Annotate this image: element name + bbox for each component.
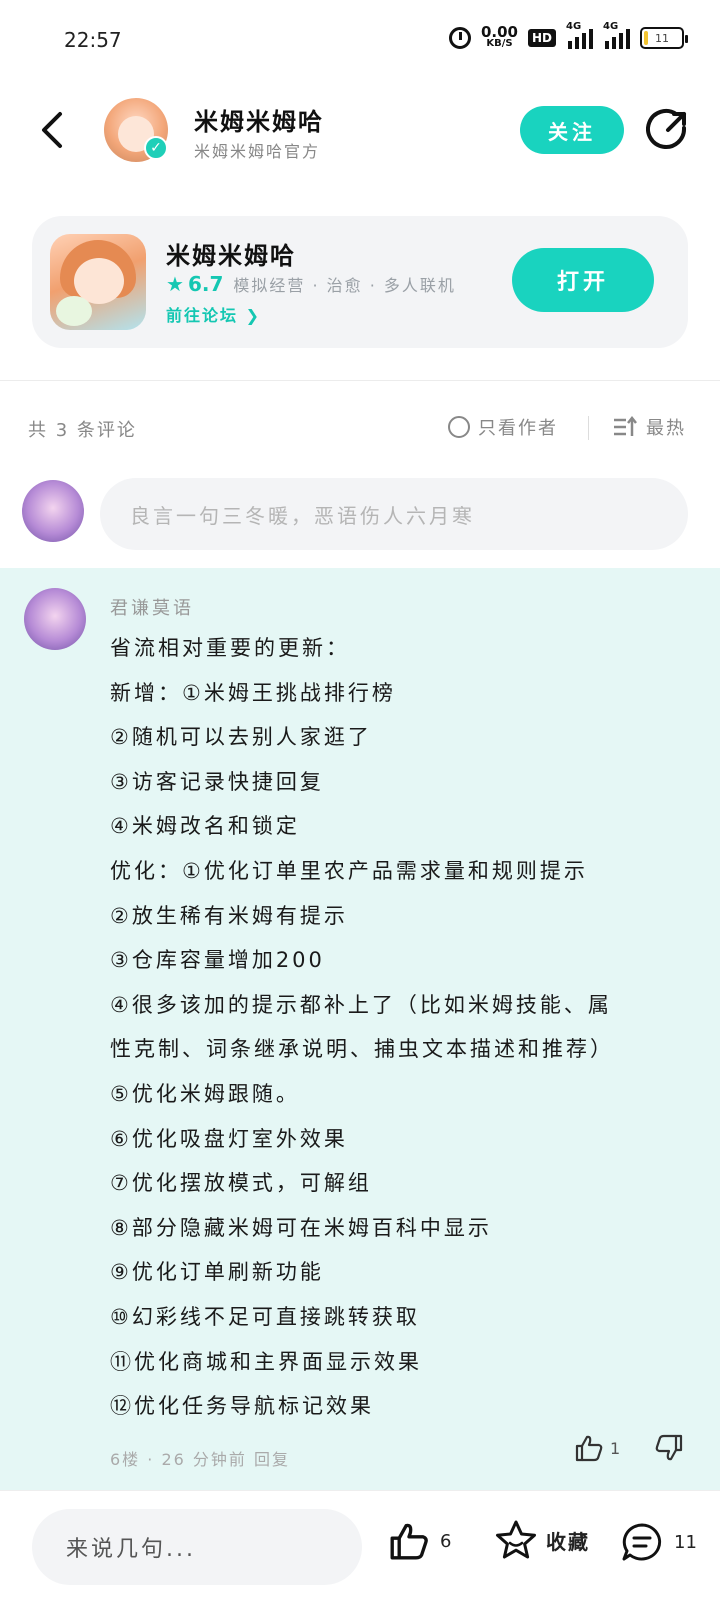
comments-count: 11 <box>674 1531 697 1553</box>
commenter-name[interactable]: 君谦莫语 <box>110 594 194 620</box>
thumbs-down-icon[interactable] <box>654 1434 684 1462</box>
comment-line: ⑪优化商城和主界面显示效果 <box>110 1349 422 1374</box>
sort-icon <box>614 416 637 436</box>
comment-input[interactable]: 良言一句三冬暖，恶语伤人六月寒 <box>100 478 688 550</box>
radio-icon <box>448 416 470 438</box>
comment-line: ④很多该加的提示都补上了（比如米姆技能、属 <box>110 992 612 1017</box>
app-tags: 模拟经营 · 治愈 · 多人联机 <box>233 276 456 295</box>
my-avatar <box>22 480 84 542</box>
comment-body: 省流相对重要的更新： 新增：①米姆王挑战排行榜 ②随机可以去别人家逛了 ③访客记… <box>110 626 690 1429</box>
comment-meta[interactable]: 6楼 · 26 分钟前 回复 <box>110 1446 290 1470</box>
comment-like-button[interactable]: 1 <box>574 1434 620 1462</box>
alarm-icon <box>448 27 471 49</box>
commenter-avatar[interactable] <box>24 588 86 650</box>
author-name[interactable]: 米姆米姆哈 <box>194 102 324 137</box>
comment-line: 省流相对重要的更新： <box>110 636 350 660</box>
app-title: 米姆米姆哈 <box>166 242 296 270</box>
comment-line: ②放生稀有米姆有提示 <box>110 903 348 928</box>
status-bar: 22:57 0.00 KB/S HD 4G 4G 11 <box>0 0 720 84</box>
star-icon: ★ <box>166 272 184 296</box>
only-author-label: 只看作者 <box>478 418 558 439</box>
sort-label: 最热 <box>646 418 686 439</box>
app-rating: ★ 6.7 <box>166 272 223 296</box>
comment-line: ②随机可以去别人家逛了 <box>110 725 372 750</box>
back-icon[interactable] <box>36 110 72 150</box>
app-card[interactable]: 米姆米姆哈 ★ 6.7 模拟经营 · 治愈 · 多人联机 前往论坛 ❯ 打开 <box>32 216 688 348</box>
star-icon <box>496 1520 536 1559</box>
forum-link-label: 前往论坛 <box>166 306 239 325</box>
comment-line: ④米姆改名和锁定 <box>110 814 300 839</box>
only-author-toggle[interactable]: 只看作者 <box>448 414 558 440</box>
chevron-right-icon: ❯ <box>245 306 261 325</box>
comment-line: ⑦优化摆放模式，可解组 <box>110 1171 372 1196</box>
comment-icon <box>622 1523 662 1561</box>
battery-label: 11 <box>655 31 669 45</box>
comment-like-count: 1 <box>610 1438 621 1458</box>
signal-icon: 4G <box>603 21 630 49</box>
comment-line: ⑥优化吸盘灯室外效果 <box>110 1126 348 1151</box>
network-speed: 0.00 KB/S <box>480 23 518 50</box>
comment-item: 君谦莫语 省流相对重要的更新： 新增：①米姆王挑战排行榜 ②随机可以去别人家逛了… <box>0 568 720 1490</box>
app-rating-value: 6.7 <box>187 272 224 296</box>
status-time: 22:57 <box>64 28 122 52</box>
comment-count: 共 3 条评论 <box>28 420 137 441</box>
signal-label: 4G <box>566 21 582 32</box>
comment-line: ③仓库容量增加200 <box>110 948 325 973</box>
comment-line: ⑩幻彩线不足可直接跳转获取 <box>110 1304 420 1329</box>
comment-line: 性克制、词条继承说明、捕虫文本描述和推荐） <box>110 1037 614 1062</box>
favorite-button[interactable]: 收藏 <box>494 1519 590 1561</box>
comment-line: ⑨优化订单刷新功能 <box>110 1260 324 1285</box>
divider <box>588 416 589 440</box>
favorite-label: 收藏 <box>546 1529 590 1554</box>
post-like-button[interactable]: 6 <box>388 1521 451 1561</box>
forum-link[interactable]: 前往论坛 ❯ <box>166 302 261 326</box>
sort-button[interactable]: 最热 <box>612 414 686 440</box>
comment-line: 新增：①米姆王挑战排行榜 <box>110 680 396 705</box>
post-header: ✓ 米姆米姆哈 米姆米姆哈官方 关注 <box>0 84 720 184</box>
comment-line: 优化：①优化订单里农产品需求量和规则提示 <box>110 858 588 883</box>
network-speed-unit: KB/S <box>486 38 513 49</box>
follow-button[interactable]: 关注 <box>520 106 624 154</box>
comments-button[interactable]: 11 <box>620 1521 697 1563</box>
author-subtitle: 米姆米姆哈官方 <box>194 142 321 161</box>
app-icon <box>50 234 146 330</box>
signal-label: 4G <box>603 21 619 32</box>
thumbs-up-icon <box>575 1435 603 1462</box>
hd-icon: HD <box>527 29 556 47</box>
divider <box>0 380 720 381</box>
app-meta: ★ 6.7 模拟经营 · 治愈 · 多人联机 <box>166 272 456 296</box>
open-app-button[interactable]: 打开 <box>512 248 654 312</box>
comment-line: ③访客记录快捷回复 <box>110 769 324 794</box>
verified-icon: ✓ <box>144 136 168 160</box>
status-icons: 0.00 KB/S HD 4G 4G 11 <box>448 21 688 50</box>
signal-icon: 4G <box>566 21 593 49</box>
reply-input[interactable]: 来说几句... <box>32 1509 362 1585</box>
bottom-bar: 来说几句... 6 收藏 11 <box>0 1490 720 1604</box>
share-icon[interactable] <box>646 108 690 152</box>
battery-icon: 11 <box>640 27 688 49</box>
thumbs-up-icon <box>390 1523 428 1560</box>
comment-line: ⑤优化米姆跟随。 <box>110 1081 300 1106</box>
comment-line: ⑫优化任务导航标记效果 <box>110 1394 374 1419</box>
network-speed-value: 0.00 <box>480 23 518 41</box>
post-like-count: 6 <box>440 1530 452 1552</box>
comment-line: ⑧部分隐藏米姆可在米姆百科中显示 <box>110 1215 492 1240</box>
